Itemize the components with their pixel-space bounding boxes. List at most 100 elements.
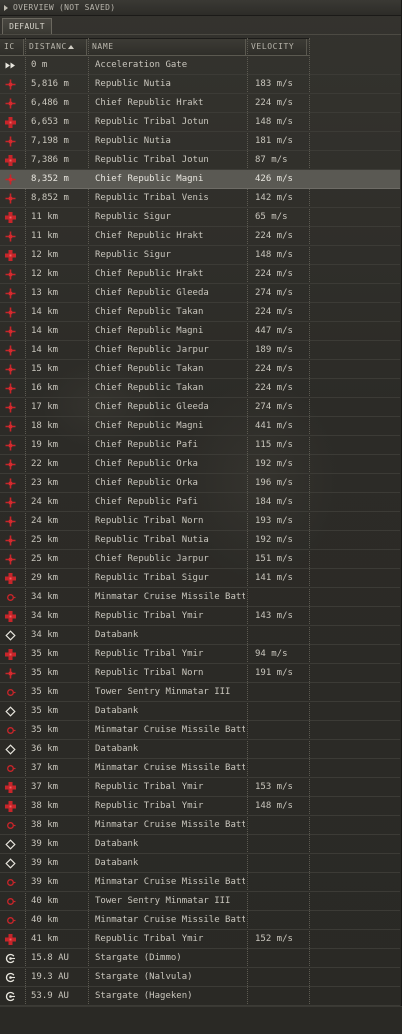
overview-row[interactable]: 0 m Acceleration Gate [0, 56, 400, 75]
row-name: Minmatar Cruise Missile Battery [95, 915, 245, 925]
overview-row[interactable]: 6,653 m Republic Tribal Jotun 148 m/s [0, 113, 400, 132]
overview-row[interactable]: 53.9 AU Stargate (Hageken) [0, 987, 400, 1006]
window-titlebar[interactable]: OVERVIEW (NOT SAVED) [0, 0, 401, 16]
overview-row[interactable]: 24 km Chief Republic Pafi 184 m/s [0, 493, 400, 512]
overview-row[interactable]: 5,816 m Republic Nutia 183 m/s [0, 75, 400, 94]
battleship-cross-icon [0, 607, 24, 626]
row-name: Chief Republic Pafi [95, 497, 198, 507]
row-velocity [255, 987, 310, 1006]
overview-row[interactable]: 37 km Minmatar Cruise Missile Battery [0, 759, 400, 778]
overview-row[interactable]: 8,852 m Republic Tribal Venis 142 m/s [0, 189, 400, 208]
stargate-icon [0, 949, 24, 968]
overview-row[interactable]: 40 km Tower Sentry Minmatar III [0, 892, 400, 911]
row-velocity: 143 m/s [255, 611, 293, 621]
row-velocity: 115 m/s [255, 440, 293, 450]
overview-row[interactable]: 36 km Databank [0, 740, 400, 759]
overview-row[interactable]: 40 km Minmatar Cruise Missile Battery [0, 911, 400, 930]
row-name: Stargate (Dimmo) [95, 953, 182, 963]
row-name: Chief Republic Orka [95, 459, 198, 469]
row-name: Republic Tribal Ymir [95, 801, 204, 811]
row-velocity [255, 873, 310, 892]
frigate-cross-icon [0, 303, 24, 322]
overview-row[interactable]: 14 km Chief Republic Jarpur 189 m/s [0, 341, 400, 360]
overview-row[interactable]: 35 km Databank [0, 702, 400, 721]
row-velocity [255, 56, 310, 75]
overview-row[interactable]: 14 km Chief Republic Magni 447 m/s [0, 322, 400, 341]
row-name: Chief Republic Magni [95, 326, 204, 336]
column-header-velocity[interactable]: VELOCITY [247, 39, 307, 55]
row-distance: 34 km [31, 611, 59, 621]
overview-row[interactable]: 19 km Chief Republic Pafi 115 m/s [0, 436, 400, 455]
overview-row[interactable]: 37 km Republic Tribal Ymir 153 m/s [0, 778, 400, 797]
column-header-distance[interactable]: DISTANC [25, 39, 87, 55]
overview-row[interactable]: 13 km Chief Republic Gleeda 274 m/s [0, 284, 400, 303]
overview-row[interactable]: 11 km Republic Sigur 65 m/s [0, 208, 400, 227]
overview-row[interactable]: 39 km Databank [0, 854, 400, 873]
overview-row[interactable]: 15.8 AU Stargate (Dimmo) [0, 949, 400, 968]
row-velocity: 192 m/s [255, 535, 293, 545]
row-velocity [255, 892, 310, 911]
row-distance: 38 km [31, 801, 59, 811]
overview-row[interactable]: 11 km Chief Republic Hrakt 224 m/s [0, 227, 400, 246]
collapse-triangle-icon[interactable] [4, 4, 8, 11]
overview-row[interactable]: 41 km Republic Tribal Ymir 152 m/s [0, 930, 400, 949]
frigate-cross-icon [0, 531, 24, 550]
row-distance: 12 km [31, 269, 59, 279]
overview-row[interactable]: 34 km Minmatar Cruise Missile Battery [0, 588, 400, 607]
row-name: Chief Republic Magni [95, 421, 204, 431]
overview-row[interactable]: 34 km Republic Tribal Ymir 143 m/s [0, 607, 400, 626]
row-velocity: 153 m/s [255, 782, 293, 792]
row-name: Republic Tribal Jotun [95, 155, 209, 165]
frigate-cross-icon [0, 265, 24, 284]
tab-default[interactable]: DEFAULT [2, 18, 52, 34]
overview-row[interactable]: 12 km Republic Sigur 148 m/s [0, 246, 400, 265]
sentry-circle-icon [0, 892, 24, 911]
row-distance: 35 km [31, 649, 59, 659]
row-distance: 37 km [31, 782, 59, 792]
frigate-cross-icon [0, 664, 24, 683]
overview-row[interactable]: 25 km Republic Tribal Nutia 192 m/s [0, 531, 400, 550]
overview-row[interactable]: 6,486 m Chief Republic Hrakt 224 m/s [0, 94, 400, 113]
overview-row[interactable]: 34 km Databank [0, 626, 400, 645]
overview-row[interactable]: 14 km Chief Republic Takan 224 m/s [0, 303, 400, 322]
battleship-cross-icon [0, 930, 24, 949]
overview-row[interactable]: 15 km Chief Republic Takan 224 m/s [0, 360, 400, 379]
column-header-name[interactable]: NAME [88, 39, 246, 55]
overview-row[interactable]: 7,198 m Republic Nutia 181 m/s [0, 132, 400, 151]
overview-row[interactable]: 17 km Chief Republic Gleeda 274 m/s [0, 398, 400, 417]
overview-row[interactable]: 12 km Chief Republic Hrakt 224 m/s [0, 265, 400, 284]
row-velocity [255, 721, 310, 740]
row-distance: 7,198 m [31, 136, 69, 146]
overview-row[interactable]: 39 km Databank [0, 835, 400, 854]
overview-row[interactable]: 38 km Minmatar Cruise Missile Battery [0, 816, 400, 835]
sentry-circle-icon [0, 873, 24, 892]
overview-row[interactable]: 19.3 AU Stargate (Nalvula) [0, 968, 400, 987]
overview-row[interactable]: 29 km Republic Tribal Sigur 141 m/s [0, 569, 400, 588]
overview-row[interactable]: 35 km Tower Sentry Minmatar III [0, 683, 400, 702]
overview-row[interactable]: 35 km Republic Tribal Norn 191 m/s [0, 664, 400, 683]
column-header-icon[interactable]: IC [0, 39, 24, 55]
overview-row[interactable]: 25 km Chief Republic Jarpur 151 m/s [0, 550, 400, 569]
overview-row[interactable]: 24 km Republic Tribal Norn 193 m/s [0, 512, 400, 531]
overview-row[interactable]: 35 km Minmatar Cruise Missile Battery [0, 721, 400, 740]
overview-list: 0 m Acceleration Gate 5,816 m Republic Nuti… [0, 56, 400, 1006]
overview-row[interactable]: 18 km Chief Republic Magni 441 m/s [0, 417, 400, 436]
stargate-icon [0, 968, 24, 987]
row-name: Republic Tribal Nutia [95, 535, 209, 545]
row-velocity: 274 m/s [255, 288, 293, 298]
overview-row[interactable]: 38 km Republic Tribal Ymir 148 m/s [0, 797, 400, 816]
row-distance: 39 km [31, 858, 59, 868]
row-name: Tower Sentry Minmatar III [95, 896, 231, 906]
overview-row[interactable]: 35 km Republic Tribal Ymir 94 m/s [0, 645, 400, 664]
overview-row[interactable]: 23 km Chief Republic Orka 196 m/s [0, 474, 400, 493]
overview-row[interactable]: 8,352 m Chief Republic Magni 426 m/s [0, 170, 400, 189]
overview-row[interactable]: 16 km Chief Republic Takan 224 m/s [0, 379, 400, 398]
row-name: Chief Republic Jarpur [95, 345, 209, 355]
overview-row[interactable]: 22 km Chief Republic Orka 192 m/s [0, 455, 400, 474]
overview-row[interactable]: 39 km Minmatar Cruise Missile Battery [0, 873, 400, 892]
battleship-cross-icon [0, 208, 24, 227]
row-distance: 19 km [31, 440, 59, 450]
row-name: Chief Republic Takan [95, 307, 204, 317]
overview-row[interactable]: 7,386 m Republic Tribal Jotun 87 m/s [0, 151, 400, 170]
row-name: Republic Tribal Jotun [95, 117, 209, 127]
